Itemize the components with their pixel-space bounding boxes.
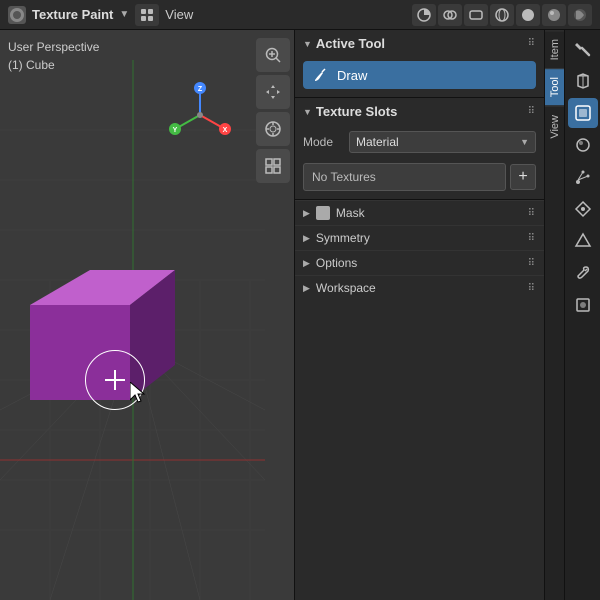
no-textures-label: No Textures <box>312 170 376 184</box>
mask-collapse-icon: ▶ <box>303 208 310 219</box>
right-sidebar <box>564 30 600 600</box>
view-menu[interactable]: View <box>165 7 193 22</box>
options-dots[interactable]: ⠿ <box>528 258 536 269</box>
xray-icon[interactable] <box>464 4 488 26</box>
symmetry-section[interactable]: ▶ Symmetry ⠿ <box>295 225 544 250</box>
mask-section[interactable]: ▶ Mask ⠿ <box>295 200 544 225</box>
mouse-cursor <box>130 382 148 410</box>
editor-type-btn[interactable] <box>135 4 159 26</box>
add-icon: + <box>518 168 527 186</box>
symmetry-label: Symmetry <box>316 231 370 245</box>
active-tool-collapse-icon: ▼ <box>303 39 312 49</box>
cube-object <box>10 245 180 415</box>
active-tool-title: Active Tool <box>316 36 385 51</box>
pan-tool[interactable] <box>256 75 290 109</box>
viewport-info: User Perspective (1) Cube <box>8 38 99 74</box>
active-tool-header[interactable]: ▼ Active Tool ⠿ <box>295 30 544 57</box>
object-label: (1) Cube <box>8 56 99 74</box>
texture-slots-collapse-icon: ▼ <box>303 107 312 117</box>
viewport-toolbar <box>256 38 294 183</box>
main-layout: User Perspective (1) Cube Z X Y <box>0 30 600 600</box>
app-icon <box>8 6 26 24</box>
mode-field-label: Mode <box>303 135 343 149</box>
zoom-tool[interactable] <box>256 38 290 72</box>
sidebar-tools-icon[interactable] <box>568 34 598 64</box>
perspective-label: User Perspective <box>8 38 99 56</box>
workspace-section[interactable]: ▶ Workspace ⠿ <box>295 275 544 300</box>
collapsible-sections: ▶ Mask ⠿ ▶ Symmetry ⠿ ▶ Options <box>295 200 544 300</box>
draw-button[interactable]: Draw <box>303 61 536 89</box>
options-collapse-icon: ▶ <box>303 258 310 269</box>
mode-dropdown-arrow[interactable]: ▼ <box>119 9 129 20</box>
workspace-collapse-icon: ▶ <box>303 283 310 294</box>
texture-slots-title: Texture Slots <box>316 104 397 119</box>
texture-slots-options-dots[interactable]: ⠿ <box>528 106 536 117</box>
sidebar-wrench-icon[interactable] <box>568 258 598 288</box>
sidebar-object-props-icon[interactable] <box>568 290 598 320</box>
workspace-label: Workspace <box>316 281 376 295</box>
solid-icon[interactable] <box>516 4 540 26</box>
tab-item[interactable]: Item <box>545 30 564 68</box>
sidebar-material-icon[interactable] <box>568 130 598 160</box>
mode-dropdown[interactable]: Material ▼ <box>349 131 536 153</box>
viewport-3d[interactable]: User Perspective (1) Cube Z X Y <box>0 30 294 600</box>
wireframe-icon[interactable] <box>490 4 514 26</box>
symmetry-collapse-icon: ▶ <box>303 233 310 244</box>
mask-dots[interactable]: ⠿ <box>528 208 536 219</box>
textures-row: No Textures + <box>295 159 544 199</box>
sidebar-object-data-icon[interactable] <box>568 226 598 256</box>
workspace-dots[interactable]: ⠿ <box>528 283 536 294</box>
active-tool-section: ▼ Active Tool ⠿ Draw <box>295 30 544 98</box>
sidebar-constraints-icon[interactable] <box>568 194 598 224</box>
viewport-shading-icon[interactable] <box>412 4 436 26</box>
svg-text:Y: Y <box>173 127 178 134</box>
sidebar-active-icon[interactable] <box>568 98 598 128</box>
options-label: Options <box>316 256 357 270</box>
mode-label[interactable]: Texture Paint <box>32 7 113 22</box>
axis-gizmo[interactable]: Z X Y <box>165 80 235 150</box>
rendered-icon[interactable] <box>568 4 592 26</box>
mode-dropdown-chevron: ▼ <box>520 137 529 147</box>
topbar: Texture Paint ▼ View <box>0 0 600 30</box>
mode-value: Material <box>356 135 399 149</box>
no-textures-button[interactable]: No Textures <box>303 163 506 191</box>
draw-brush-icon <box>311 66 329 84</box>
sidebar-modifier-icon[interactable] <box>568 66 598 96</box>
symmetry-dots[interactable]: ⠿ <box>528 233 536 244</box>
topbar-right-icons <box>412 4 592 26</box>
tab-tool[interactable]: Tool <box>545 68 564 105</box>
texture-slots-header[interactable]: ▼ Texture Slots ⠿ <box>295 98 544 125</box>
grid-tool[interactable] <box>256 149 290 183</box>
texture-slots-section: ▼ Texture Slots ⠿ Mode Material ▼ <box>295 98 544 200</box>
overlay-icon[interactable] <box>438 4 462 26</box>
svg-text:Z: Z <box>198 86 203 93</box>
sidebar-particles-icon[interactable] <box>568 162 598 192</box>
mask-color-icon <box>316 206 330 220</box>
draw-tool[interactable] <box>256 112 290 146</box>
active-tool-options-dots[interactable]: ⠿ <box>528 38 536 49</box>
mask-label: Mask <box>336 206 365 220</box>
properties-panel: ▼ Active Tool ⠿ Draw <box>294 30 564 600</box>
panel-content: ▼ Active Tool ⠿ Draw <box>295 30 544 600</box>
options-section[interactable]: ▶ Options ⠿ <box>295 250 544 275</box>
add-texture-button[interactable]: + <box>510 164 536 190</box>
mode-row: Mode Material ▼ <box>295 125 544 159</box>
tab-view[interactable]: View <box>545 106 564 147</box>
material-preview-icon[interactable] <box>542 4 566 26</box>
active-tool-content: Draw <box>295 57 544 97</box>
svg-text:X: X <box>223 127 228 134</box>
panel-tabs: Item Tool View <box>544 30 564 600</box>
draw-label: Draw <box>337 68 367 83</box>
